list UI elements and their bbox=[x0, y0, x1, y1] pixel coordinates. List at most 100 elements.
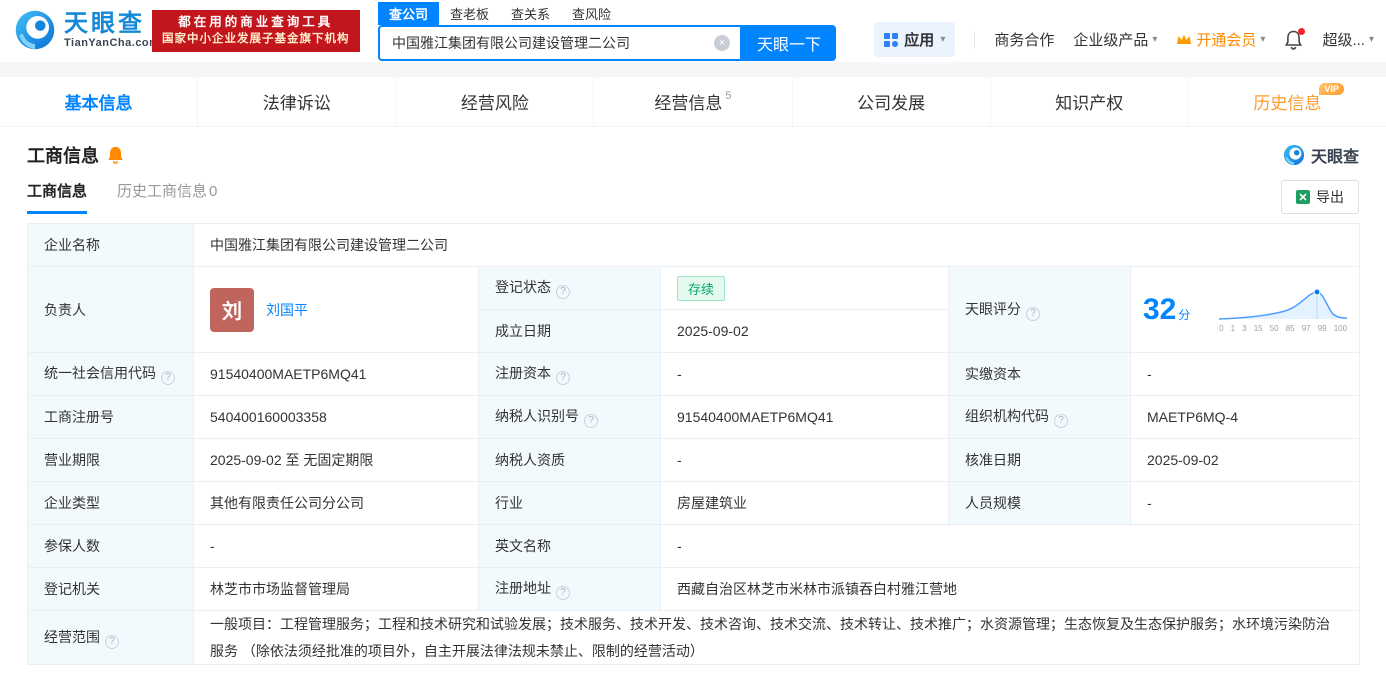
tianyan-score-cell: 32 分 0 1 3 15 50 85 97 99 100 bbox=[1129, 266, 1361, 353]
tab-label: 历史信息 bbox=[1253, 94, 1322, 113]
field-label: 纳税人识别号? bbox=[478, 395, 661, 439]
person-avatar[interactable]: 刘 bbox=[210, 287, 254, 332]
taxpayer-id-value: 91540400MAETP6MQ41 bbox=[660, 395, 949, 439]
help-icon[interactable]: ? bbox=[556, 285, 570, 299]
username-label: 超级... bbox=[1322, 32, 1365, 49]
reg-address-value: 西藏自治区林芝市米林市派镇吞白村雅江营地 bbox=[659, 567, 1361, 611]
table-row: 工商注册号 540400160003358 纳税人识别号? 91540400MA… bbox=[27, 395, 1361, 439]
tab-label: 经营风险 bbox=[460, 94, 529, 113]
vip-badge: VIP bbox=[1319, 83, 1344, 95]
tianyancha-logo-icon bbox=[15, 10, 55, 50]
search-area: 查公司 查老板 查关系 查风险 × 天眼一下 bbox=[378, 2, 836, 61]
chevron-down-icon: ▾ bbox=[1368, 34, 1374, 45]
tab-operational-risk[interactable]: 经营风险 bbox=[396, 77, 595, 126]
slogan-line-1: 都在用的商业查询工具 bbox=[178, 15, 334, 29]
subscribe-bell-icon[interactable] bbox=[107, 146, 124, 164]
tab-label: 经营信息 bbox=[654, 94, 723, 113]
field-label: 企业类型 bbox=[27, 481, 194, 525]
field-label: 营业期限 bbox=[27, 438, 194, 482]
business-cooperation-link[interactable]: 商务合作 bbox=[994, 29, 1054, 50]
divider bbox=[974, 30, 976, 49]
slogan-line-2: 国家中小企业发展子基金旗下机构 bbox=[162, 33, 350, 45]
table-row: 企业类型 其他有限责任公司分公司 行业 房屋建筑业 人员规模 - bbox=[27, 481, 1361, 525]
top-header: 天眼查 TianYanCha.com 都在用的商业查询工具 国家中小企业发展子基… bbox=[0, 0, 1386, 62]
help-icon[interactable]: ? bbox=[1054, 414, 1068, 428]
help-icon[interactable]: ? bbox=[556, 586, 570, 600]
enterprise-products-menu[interactable]: 企业级产品 ▾ bbox=[1073, 29, 1157, 50]
field-label: 实缴资本 bbox=[948, 352, 1131, 396]
apps-menu[interactable]: 应用 ▾ bbox=[874, 22, 956, 57]
search-tab-relation[interactable]: 查关系 bbox=[500, 2, 561, 25]
field-label: 组织机构代码? bbox=[948, 395, 1131, 439]
reg-capital-value: - bbox=[660, 352, 949, 396]
tab-label: 法律诉讼 bbox=[262, 94, 331, 113]
tab-business-info[interactable]: 经营信息 5 bbox=[594, 77, 793, 126]
subtab-business-info[interactable]: 工商信息 bbox=[27, 180, 88, 214]
brand-name: 天眼查 bbox=[64, 9, 145, 37]
score-value: 32 分 bbox=[1143, 292, 1191, 326]
org-code-value: MAETP6MQ-4 bbox=[1129, 395, 1361, 439]
help-icon[interactable]: ? bbox=[161, 371, 175, 385]
search-input[interactable] bbox=[380, 35, 714, 51]
clear-search-icon[interactable]: × bbox=[714, 35, 730, 51]
separator-band bbox=[0, 62, 1386, 77]
score-axis: 0 1 3 15 50 85 97 99 100 bbox=[1219, 323, 1348, 333]
table-row: 统一社会信用代码? 91540400MAETP6MQ41 注册资本? - 实缴资… bbox=[27, 352, 1361, 396]
help-icon[interactable]: ? bbox=[556, 371, 570, 385]
tianyancha-logo[interactable]: 天眼查 TianYanCha.com bbox=[14, 9, 159, 51]
tab-label: 基本信息 bbox=[64, 94, 133, 113]
reg-status-value: 存续 bbox=[660, 266, 949, 310]
field-label: 参保人数 bbox=[27, 524, 194, 568]
chevron-down-icon: ▾ bbox=[1260, 34, 1266, 45]
subtab-label: 历史工商信息 bbox=[117, 183, 208, 200]
tianyancha-logo-icon bbox=[1283, 144, 1305, 166]
open-vip-menu[interactable]: 开通会员 ▾ bbox=[1176, 29, 1265, 50]
field-label: 登记状态? bbox=[478, 266, 661, 310]
field-label: 统一社会信用代码? bbox=[27, 352, 194, 396]
notification-bell[interactable] bbox=[1284, 27, 1306, 50]
field-label: 行业 bbox=[478, 481, 661, 525]
tab-basic-info[interactable]: 基本信息 bbox=[0, 77, 199, 126]
help-icon[interactable]: ? bbox=[584, 414, 598, 428]
help-icon[interactable]: ? bbox=[105, 634, 119, 649]
score-curve-icon bbox=[1219, 288, 1348, 320]
excel-icon bbox=[1296, 190, 1310, 204]
field-label: 英文名称 bbox=[478, 524, 661, 568]
export-button[interactable]: 导出 bbox=[1281, 180, 1359, 214]
company-nav-tabs: 基本信息 法律诉讼 经营风险 经营信息 5 公司发展 知识产权 历史信息 VIP bbox=[0, 77, 1386, 127]
brand-domain: TianYanCha.com bbox=[64, 37, 160, 50]
staff-size-value: - bbox=[1129, 481, 1361, 525]
company-name-value: 中国雅江集团有限公司建设管理二公司 bbox=[192, 223, 1361, 267]
subtab-history-business-info[interactable]: 历史工商信息 0 bbox=[117, 180, 217, 214]
search-button[interactable]: 天眼一下 bbox=[742, 25, 836, 61]
subtab-count: 0 bbox=[209, 183, 218, 200]
tab-history-info[interactable]: 历史信息 VIP bbox=[1189, 77, 1386, 126]
chevron-down-icon: ▾ bbox=[940, 34, 946, 45]
brand-slogan-badge: 都在用的商业查询工具 国家中小企业发展子基金旗下机构 bbox=[152, 10, 360, 52]
approval-date-value: 2025-09-02 bbox=[1129, 438, 1361, 482]
main-content: 工商信息 天眼查 工商信息 历史工商信息 0 导出 企业名称 中国雅江集团有限公… bbox=[0, 127, 1386, 666]
search-tab-risk[interactable]: 查风险 bbox=[561, 2, 622, 25]
company-type-value: 其他有限责任公司分公司 bbox=[193, 481, 479, 525]
reg-number-value: 540400160003358 bbox=[193, 395, 479, 439]
field-label: 纳税人资质 bbox=[478, 438, 661, 482]
open-vip-label: 开通会员 bbox=[1196, 32, 1257, 49]
tab-intellectual-property[interactable]: 知识产权 bbox=[991, 77, 1189, 126]
user-menu[interactable]: 超级... ▾ bbox=[1322, 29, 1374, 50]
field-label: 工商注册号 bbox=[27, 395, 194, 439]
search-tab-company[interactable]: 查公司 bbox=[378, 2, 440, 25]
field-label: 登记机关 bbox=[27, 567, 194, 611]
tab-legal-proceedings[interactable]: 法律诉讼 bbox=[198, 77, 397, 126]
search-tab-boss[interactable]: 查老板 bbox=[439, 2, 500, 25]
table-row: 负责人 刘 刘国平 登记状态? 存续 天眼评分? 32 分 0 1 3 15 5… bbox=[27, 266, 1361, 353]
table-row: 营业期限 2025-09-02 至 无固定期限 纳税人资质 - 核准日期 202… bbox=[27, 438, 1361, 482]
help-icon[interactable]: ? bbox=[1026, 306, 1040, 321]
table-row: 经营范围? 一般项目：工程管理服务；工程和技术研究和试验发展；技术服务、技术开发… bbox=[27, 609, 1361, 666]
person-link[interactable]: 刘国平 bbox=[266, 300, 308, 320]
reg-authority-value: 林芝市市场监督管理局 bbox=[193, 567, 479, 611]
tab-company-development[interactable]: 公司发展 bbox=[793, 77, 991, 126]
field-label: 人员规模 bbox=[948, 481, 1131, 525]
export-label: 导出 bbox=[1316, 189, 1344, 205]
insured-count-value: - bbox=[193, 524, 479, 568]
section-title: 工商信息 bbox=[27, 146, 99, 166]
